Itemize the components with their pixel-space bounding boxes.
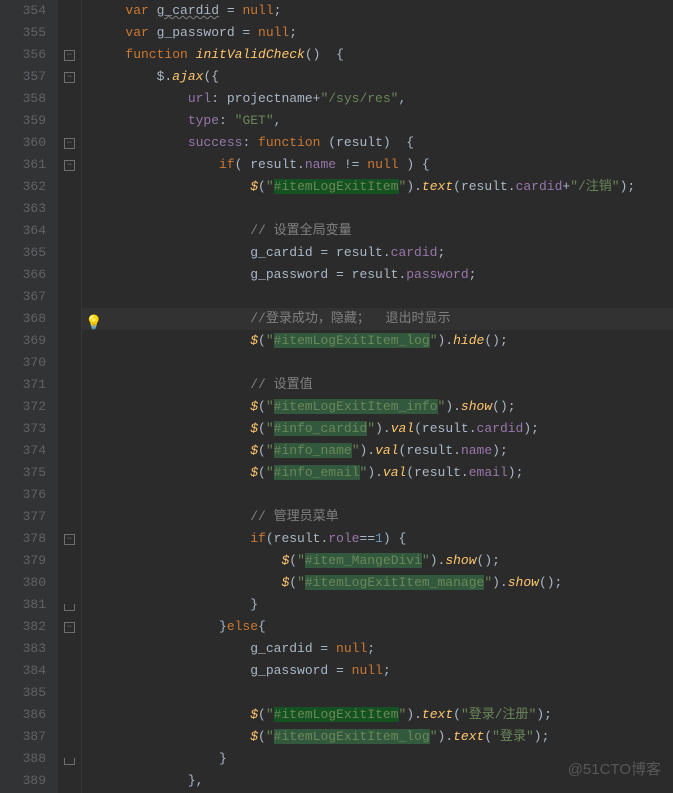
fold-toggle-icon[interactable]: − bbox=[64, 72, 75, 83]
code-line[interactable]: g_cardid = null; bbox=[102, 638, 673, 660]
line-number: 368 bbox=[0, 308, 46, 330]
line-number: 370 bbox=[0, 352, 46, 374]
line-number: 380 bbox=[0, 572, 46, 594]
line-number: 354 bbox=[0, 0, 46, 22]
code-line[interactable]: url: projectname+"/sys/res", bbox=[102, 88, 673, 110]
code-line[interactable]: }else{ bbox=[102, 616, 673, 638]
line-number: 357 bbox=[0, 66, 46, 88]
line-number: 386 bbox=[0, 704, 46, 726]
code-line[interactable]: g_password = result.password; bbox=[102, 264, 673, 286]
line-number: 388 bbox=[0, 748, 46, 770]
code-editor[interactable]: 3543553563573583593603613623633643653663… bbox=[0, 0, 673, 793]
watermark: @51CTO博客 bbox=[568, 758, 661, 779]
code-line[interactable]: $("#itemLogExitItem").text(result.cardid… bbox=[102, 176, 673, 198]
line-number: 359 bbox=[0, 110, 46, 132]
code-line[interactable]: $("#item_MangeDivi").show(); bbox=[102, 550, 673, 572]
code-line[interactable]: type: "GET", bbox=[102, 110, 673, 132]
code-line[interactable]: $("#itemLogExitItem_info").show(); bbox=[102, 396, 673, 418]
code-line[interactable]: $.ajax({ bbox=[102, 66, 673, 88]
code-line[interactable]: //登录成功，隐藏； 退出时显示 bbox=[82, 308, 673, 330]
line-number: 358 bbox=[0, 88, 46, 110]
fold-column[interactable]: − − − − − − bbox=[58, 0, 82, 793]
line-number: 360 bbox=[0, 132, 46, 154]
line-number: 362 bbox=[0, 176, 46, 198]
line-number: 363 bbox=[0, 198, 46, 220]
fold-toggle-icon[interactable]: − bbox=[64, 50, 75, 61]
line-number: 355 bbox=[0, 22, 46, 44]
fold-toggle-icon[interactable]: − bbox=[64, 622, 75, 633]
fold-end-icon bbox=[64, 604, 75, 611]
code-area[interactable]: var g_cardid = null; var g_password = nu… bbox=[82, 0, 673, 793]
line-number: 383 bbox=[0, 638, 46, 660]
code-line[interactable]: $("#itemLogExitItem_manage").show(); bbox=[102, 572, 673, 594]
line-number: 387 bbox=[0, 726, 46, 748]
code-line[interactable]: // 设置值 bbox=[102, 374, 673, 396]
code-line[interactable]: g_cardid = result.cardid; bbox=[102, 242, 673, 264]
code-line[interactable] bbox=[102, 286, 673, 308]
line-number: 384 bbox=[0, 660, 46, 682]
code-line[interactable]: success: function (result) { bbox=[102, 132, 673, 154]
code-line[interactable]: if( result.name != null ) { bbox=[102, 154, 673, 176]
line-number: 365 bbox=[0, 242, 46, 264]
code-line[interactable] bbox=[102, 352, 673, 374]
line-number: 374 bbox=[0, 440, 46, 462]
code-line[interactable] bbox=[102, 682, 673, 704]
line-number: 369 bbox=[0, 330, 46, 352]
fold-end-icon bbox=[64, 758, 75, 765]
code-line[interactable]: $("#itemLogExitItem_log").hide(); bbox=[102, 330, 673, 352]
line-number: 361 bbox=[0, 154, 46, 176]
line-number: 375 bbox=[0, 462, 46, 484]
line-number: 382 bbox=[0, 616, 46, 638]
line-number: 366 bbox=[0, 264, 46, 286]
line-number: 372 bbox=[0, 396, 46, 418]
line-number: 371 bbox=[0, 374, 46, 396]
line-number: 378 bbox=[0, 528, 46, 550]
code-line[interactable]: $("#info_email").val(result.email); bbox=[102, 462, 673, 484]
line-number: 377 bbox=[0, 506, 46, 528]
line-number-gutter: 3543553563573583593603613623633643653663… bbox=[0, 0, 58, 793]
fold-toggle-icon[interactable]: − bbox=[64, 534, 75, 545]
code-line[interactable] bbox=[102, 198, 673, 220]
line-number: 389 bbox=[0, 770, 46, 792]
code-line[interactable]: // 管理员菜单 bbox=[102, 506, 673, 528]
code-line[interactable]: var g_cardid = null; bbox=[102, 0, 673, 22]
line-number: 381 bbox=[0, 594, 46, 616]
code-line[interactable]: $("#info_cardid").val(result.cardid); bbox=[102, 418, 673, 440]
code-line[interactable]: $("#itemLogExitItem_log").text("登录"); bbox=[102, 726, 673, 748]
code-line[interactable]: g_password = null; bbox=[102, 660, 673, 682]
code-line[interactable]: function initValidCheck() { bbox=[102, 44, 673, 66]
code-line[interactable]: } bbox=[102, 594, 673, 616]
lightbulb-icon[interactable]: 💡 bbox=[85, 315, 102, 332]
line-number: 373 bbox=[0, 418, 46, 440]
code-line[interactable]: // 设置全局变量 bbox=[102, 220, 673, 242]
code-line[interactable]: var g_password = null; bbox=[102, 22, 673, 44]
fold-toggle-icon[interactable]: − bbox=[64, 138, 75, 149]
line-number: 379 bbox=[0, 550, 46, 572]
code-line[interactable]: if(result.role==1) { bbox=[102, 528, 673, 550]
code-line[interactable]: $("#itemLogExitItem").text("登录/注册"); bbox=[102, 704, 673, 726]
line-number: 364 bbox=[0, 220, 46, 242]
line-number: 376 bbox=[0, 484, 46, 506]
fold-toggle-icon[interactable]: − bbox=[64, 160, 75, 171]
code-line[interactable] bbox=[102, 484, 673, 506]
code-line[interactable]: $("#info_name").val(result.name); bbox=[102, 440, 673, 462]
line-number: 356 bbox=[0, 44, 46, 66]
line-number: 385 bbox=[0, 682, 46, 704]
line-number: 367 bbox=[0, 286, 46, 308]
